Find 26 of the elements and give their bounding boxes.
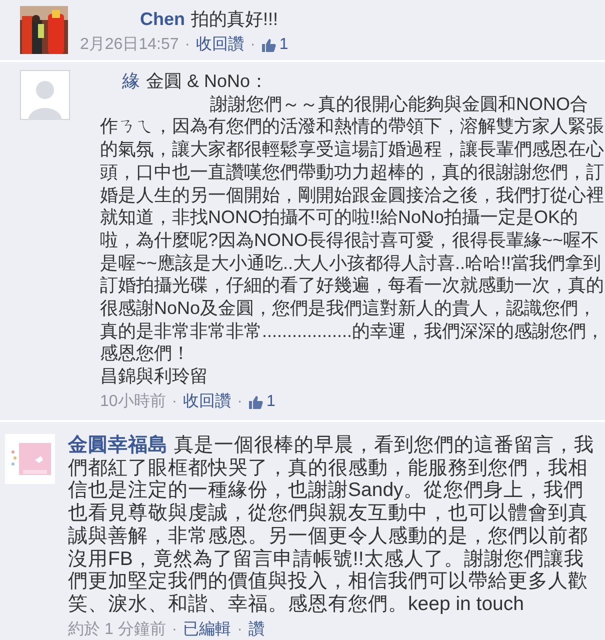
avatar-icon [20,70,70,120]
action-link[interactable]: 收回讚 [196,34,244,55]
comment-text: 謝謝您們～～真的很開心能夠與金圓和NONO合作ㄋㄟ，因為有您們的活潑和熱情的帶領下，溶解雙方家人緊張的氣氛，讓大家都很輕鬆享受這場訂婚過程，讓長輩們感恩在心頭，口中也一直讚嘆您們帶動功力超棒的，真的很謝謝您們，訂婚是人生的另一個開始，剛開始跟金圓接洽之後，我們打從心裡就知道，非找NONO拍攝不可的啦!!給NoNo拍攝一定是OK的啦，為什麼呢?因為NONO長得很討喜可愛，很得長輩緣~~喔不是喔~~應該是大小通吃..大人小孩都得人討喜..哈哈!!當我們拿到訂婚拍攝光碟，仔細的看了好幾遍，每看一次就感動一次，真的很感謝NoNo及金圓，您們是我們這對新人的貴人，認識您們，真的是非常非常非常..................的幸運，我們深深的感謝您們，感恩您們！ [100,92,605,366]
author-name[interactable]: 金圓幸福島 [68,434,168,456]
action-link[interactable]: 已編輯 [183,620,232,640]
action-link[interactable]: 收回讚 [183,392,232,412]
comment-text: 金圓 & NoNo： [146,70,268,93]
separator-dot: · [172,392,178,412]
timestamp: 約於 1 分鐘前 [68,620,166,640]
thumbs-up-icon [248,394,264,409]
timestamp: 2月26日14:57 [80,34,179,55]
separator-dot: · [237,620,242,640]
separator-dot: · [250,34,256,55]
separator-dot: · [172,620,178,640]
separator-dot: · [237,392,242,412]
thumbs-up-icon [261,38,278,52]
author-name[interactable]: 緣 [122,70,140,93]
separator-dot: · [184,34,190,55]
author-name[interactable]: Chen [140,8,185,31]
comment-text: 拍的真好!!! [191,8,278,31]
like-count[interactable]: 1 [248,392,276,412]
comment-text: 金圓幸福島 真是一個很棒的早晨，看到您們的這番留言，我們都紅了眼框都快哭了，真的很感動，能服務到您們，我相信也是注定的一種緣份，也謝謝Sandy。從您們身上，我們也看見尊敬與虔誠，從您們與親友互動中，也可以體會到真誠與善解，非常感恩。另一個更令人感動的是，您們以前都沒用FB，竟然為了留言申請帳號!!太感人了。謝謝您們讓我們更加堅定我們的價值與投入，相信我們可以帶給更多人歡笑、淚水、和諧、幸福。感恩有您們。keep in touch [68,434,595,616]
comment-text: 昌錦與利玲留 [100,365,209,388]
action-link[interactable]: 讚 [248,620,264,640]
like-count[interactable]: 1 [261,34,288,55]
timestamp: 10小時前 [100,392,166,412]
